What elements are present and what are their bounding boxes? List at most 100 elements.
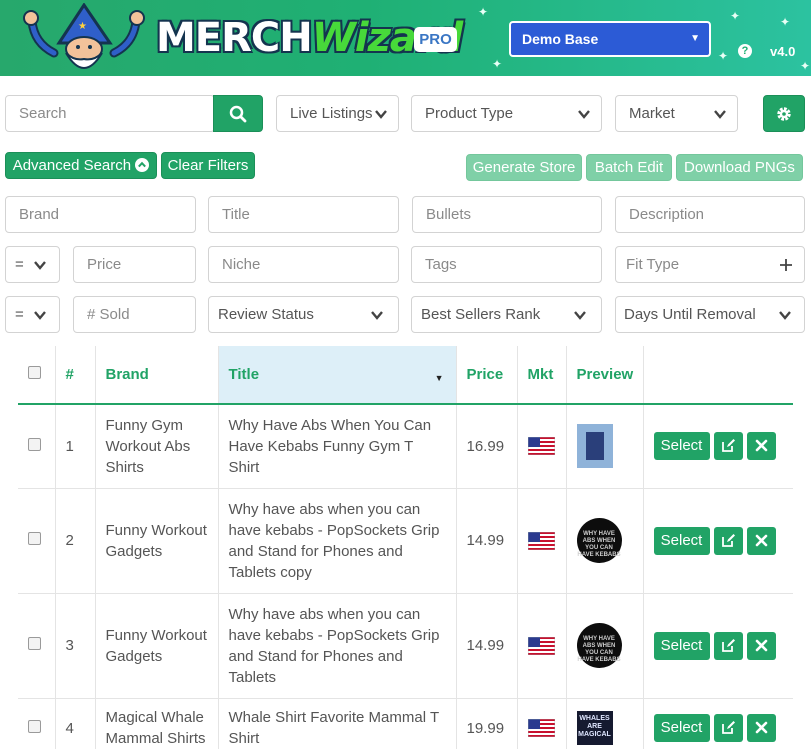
- edit-icon: [721, 721, 735, 734]
- row-checkbox[interactable]: [28, 637, 41, 650]
- days-until-removal-select[interactable]: Days Until Removal: [615, 296, 805, 333]
- row-select-button[interactable]: Select: [653, 432, 710, 461]
- row-edit-button[interactable]: [713, 714, 743, 742]
- listings-filter-select[interactable]: Live Listings: [276, 95, 399, 132]
- chevron-down-icon: [371, 311, 383, 320]
- shirt-preview-image[interactable]: WHALES ARE MAGICAL: [576, 711, 613, 745]
- row-brand: Funny Workout Gadgets: [95, 593, 219, 699]
- index-header[interactable]: #: [55, 346, 96, 405]
- row-preview[interactable]: WHALES ARE MAGICAL: [566, 698, 644, 749]
- title-filter-input[interactable]: Title: [208, 196, 399, 233]
- popsocket-preview-image[interactable]: WHY HAVE ABS WHEN YOU CAN HAVE KEBABS: [576, 623, 622, 668]
- niche-placeholder: Niche: [222, 256, 261, 273]
- tags-placeholder: Tags: [425, 256, 457, 273]
- sparkle-icon: ✦: [800, 59, 811, 73]
- popsocket-preview-image[interactable]: WHY HAVE ABS WHEN YOU CAN HAVE KEBABS: [576, 518, 622, 563]
- bullets-placeholder: Bullets: [426, 206, 472, 223]
- niche-filter-input[interactable]: Niche: [208, 246, 399, 283]
- market-select[interactable]: Market: [615, 95, 738, 132]
- batch-edit-button[interactable]: Batch Edit: [586, 154, 672, 181]
- select-all-checkbox[interactable]: [28, 366, 41, 379]
- market-value: Market: [629, 105, 675, 122]
- settings-button[interactable]: [763, 95, 805, 132]
- price-operator-value: =: [15, 256, 24, 273]
- price-placeholder: Price: [87, 256, 122, 273]
- base-selector-value: Demo Base: [522, 31, 599, 47]
- row-checkbox[interactable]: [28, 532, 41, 545]
- advanced-search-label: Advanced Search: [12, 157, 132, 174]
- days-until-removal-value: Days Until Removal: [624, 306, 756, 323]
- row-market: [517, 488, 567, 594]
- row-checkbox[interactable]: [28, 437, 41, 451]
- fit-type-filter[interactable]: Fit Type: [615, 246, 805, 283]
- bullets-filter-input[interactable]: Bullets: [412, 196, 602, 233]
- close-icon: [755, 534, 767, 546]
- chevron-down-icon: [34, 311, 46, 320]
- edit-icon: [721, 638, 735, 652]
- row-delete-button[interactable]: [746, 631, 776, 660]
- price-operator-select[interactable]: =: [5, 246, 60, 283]
- market-header[interactable]: Mkt: [517, 346, 567, 405]
- row-delete-button[interactable]: [746, 432, 776, 461]
- edit-icon: [721, 439, 735, 453]
- sold-filter-input[interactable]: # Sold: [73, 296, 196, 333]
- row-select-button[interactable]: Select: [653, 631, 710, 660]
- row-brand: Magical Whale Mammal Shirts: [95, 698, 219, 749]
- us-flag-icon: [527, 437, 555, 456]
- advanced-search-button[interactable]: Advanced Search: [5, 152, 157, 179]
- brand-header[interactable]: Brand: [95, 346, 219, 405]
- row-select-button[interactable]: Select: [653, 714, 710, 742]
- wizard-mascot-icon: ★: [23, 3, 145, 69]
- row-title: Why Have Abs When You Can Have Kebabs Fu…: [218, 404, 457, 489]
- sold-operator-select[interactable]: =: [5, 296, 60, 333]
- table-row: 4 Magical Whale Mammal Shirts Whale Shir…: [18, 698, 793, 749]
- row-preview[interactable]: WHY HAVE ABS WHEN YOU CAN HAVE KEBABS: [566, 488, 644, 594]
- sold-placeholder: # Sold: [87, 306, 130, 323]
- price-filter-input[interactable]: Price: [73, 246, 196, 283]
- row-edit-button[interactable]: [713, 432, 743, 461]
- row-delete-button[interactable]: [746, 526, 776, 555]
- search-button[interactable]: [213, 95, 263, 132]
- review-status-select[interactable]: Review Status: [208, 296, 399, 333]
- row-price: 19.99: [456, 698, 518, 749]
- clear-filters-button[interactable]: Clear Filters: [161, 152, 255, 179]
- row-actions: Select: [643, 593, 793, 699]
- download-pngs-button[interactable]: Download PNGs: [676, 154, 803, 181]
- base-selector[interactable]: Demo Base ▼: [509, 21, 711, 57]
- row-price: 14.99: [456, 593, 518, 699]
- search-input[interactable]: Search: [5, 95, 215, 132]
- price-header[interactable]: Price: [456, 346, 518, 405]
- generate-store-button[interactable]: Generate Store: [466, 154, 582, 181]
- help-icon[interactable]: ?: [738, 44, 752, 58]
- row-market: [517, 698, 567, 749]
- chevron-up-circle-icon: [135, 158, 150, 172]
- row-edit-button[interactable]: [713, 631, 743, 660]
- best-sellers-rank-select[interactable]: Best Sellers Rank: [411, 296, 602, 333]
- sparkle-icon: ✦: [780, 15, 791, 29]
- brand-filter-input[interactable]: Brand: [5, 196, 196, 233]
- listings-filter-value: Live Listings: [290, 105, 373, 122]
- row-preview[interactable]: [566, 404, 644, 489]
- plus-icon[interactable]: [779, 258, 793, 272]
- fit-type-value: Fit Type: [626, 256, 680, 273]
- row-edit-button[interactable]: [713, 526, 743, 555]
- row-select-button[interactable]: Select: [653, 526, 710, 555]
- product-type-select[interactable]: Product Type: [411, 95, 602, 132]
- app-header: ✦ ✦ ✦ ✦ ✦ ✦ ★ MERCH Wizard PRO Demo Base …: [0, 0, 811, 76]
- gear-icon: [777, 107, 791, 121]
- row-preview[interactable]: WHY HAVE ABS WHEN YOU CAN HAVE KEBABS: [566, 593, 644, 699]
- chevron-down-icon: [714, 110, 726, 119]
- shirt-preview-image[interactable]: [576, 424, 613, 469]
- sparkle-icon: ✦: [730, 9, 741, 23]
- row-checkbox[interactable]: [28, 719, 41, 733]
- chevron-down-icon: [374, 107, 388, 121]
- sold-operator-value: =: [15, 306, 24, 323]
- row-delete-button[interactable]: [746, 714, 776, 742]
- chevron-down-icon: [574, 311, 586, 320]
- sparkle-icon: ✦: [492, 57, 503, 71]
- tags-filter-input[interactable]: Tags: [411, 246, 602, 283]
- best-sellers-rank-value: Best Sellers Rank: [421, 306, 541, 323]
- description-placeholder: Description: [629, 206, 705, 223]
- description-filter-input[interactable]: Description: [615, 196, 805, 233]
- title-header[interactable]: Title ▼: [218, 346, 457, 405]
